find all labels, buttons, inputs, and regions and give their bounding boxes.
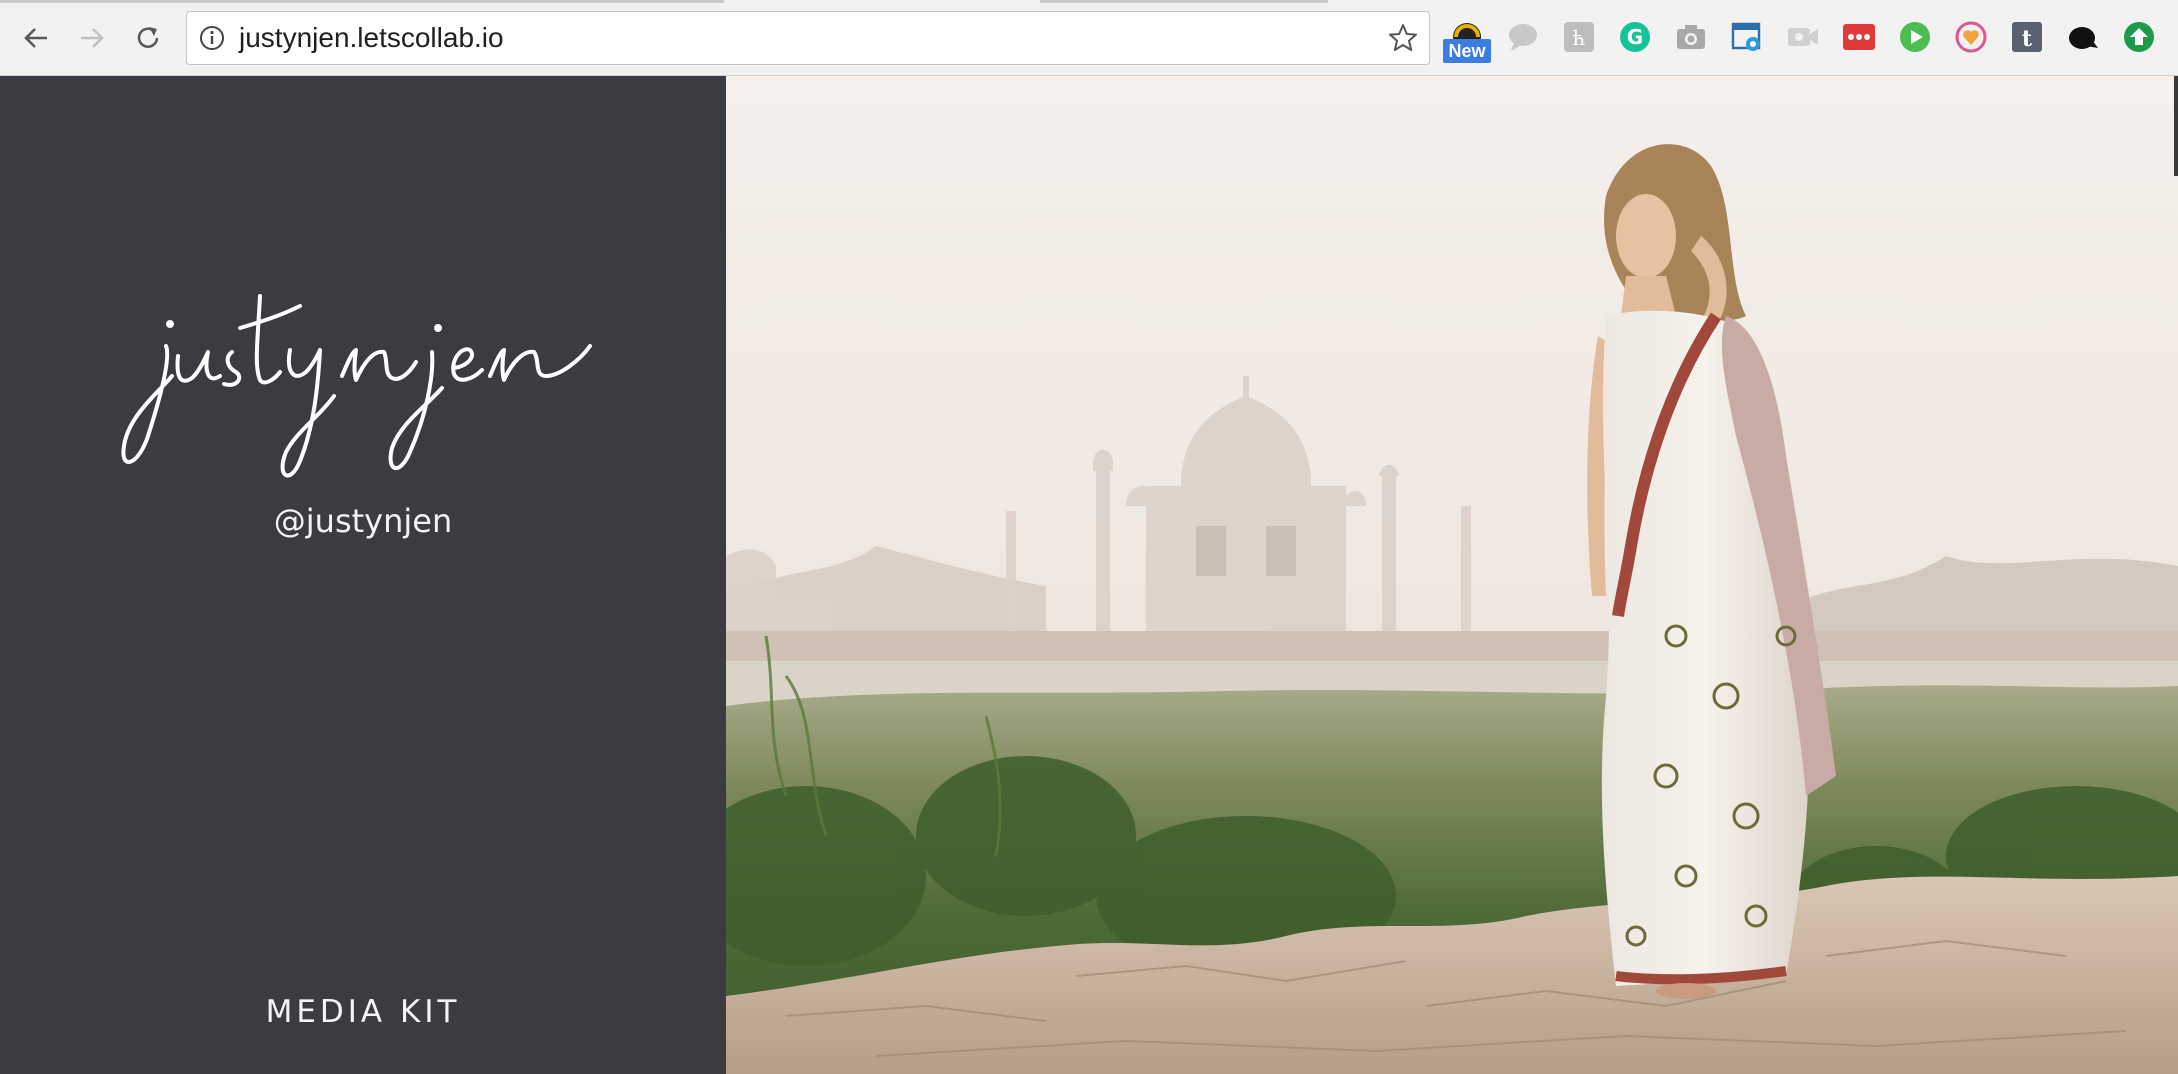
scrollbar[interactable] [2174,76,2178,176]
new-badge: New [1443,39,1491,63]
video-icon[interactable] [1786,20,1820,54]
url-text[interactable]: justynjen.letscollab.io [239,12,504,64]
back-button[interactable] [14,16,58,60]
play-icon[interactable] [1898,20,1932,54]
bookmark-star-icon[interactable] [1387,22,1419,54]
svg-text:ћ: ћ [1573,26,1586,50]
black-blob-icon[interactable] [2066,20,2100,54]
page-content: @justynjen MEDIA KIT [0,76,2178,1074]
upload-arrow-icon[interactable] [2122,20,2156,54]
tumblr-icon[interactable]: t [2010,20,2044,54]
hero-photo [726,76,2178,1074]
forward-button[interactable] [70,16,114,60]
browser-toolbar: justynjen.letscollab.io New ћ G t [0,0,2178,76]
reload-button[interactable] [126,16,170,60]
reload-icon [137,27,159,48]
script-logo [121,294,592,478]
svg-text:G: G [1627,25,1643,49]
screenshot-icon[interactable] [1730,20,1764,54]
grammarly-icon[interactable]: G [1618,20,1652,54]
svg-text:t: t [2022,26,2033,52]
camera-icon[interactable] [1674,20,1708,54]
tab-edge [1040,0,1328,3]
back-arrow-icon [24,28,47,48]
more-dots-icon[interactable] [1842,20,1876,54]
media-kit-link[interactable]: MEDIA KIT [0,994,726,1030]
address-bar[interactable]: justynjen.letscollab.io [186,11,1430,65]
info-icon[interactable] [199,25,225,51]
hero-illustration [726,76,2178,1074]
forward-arrow-icon [81,28,104,48]
tab-edge [0,0,724,3]
instagram-heart-icon[interactable] [1954,20,1988,54]
sidebar-panel: @justynjen MEDIA KIT [0,76,726,1074]
instagram-handle: @justynjen [273,502,453,540]
hootlet-icon[interactable]: ћ [1562,20,1596,54]
speech-bubble-icon[interactable] [1506,20,1540,54]
